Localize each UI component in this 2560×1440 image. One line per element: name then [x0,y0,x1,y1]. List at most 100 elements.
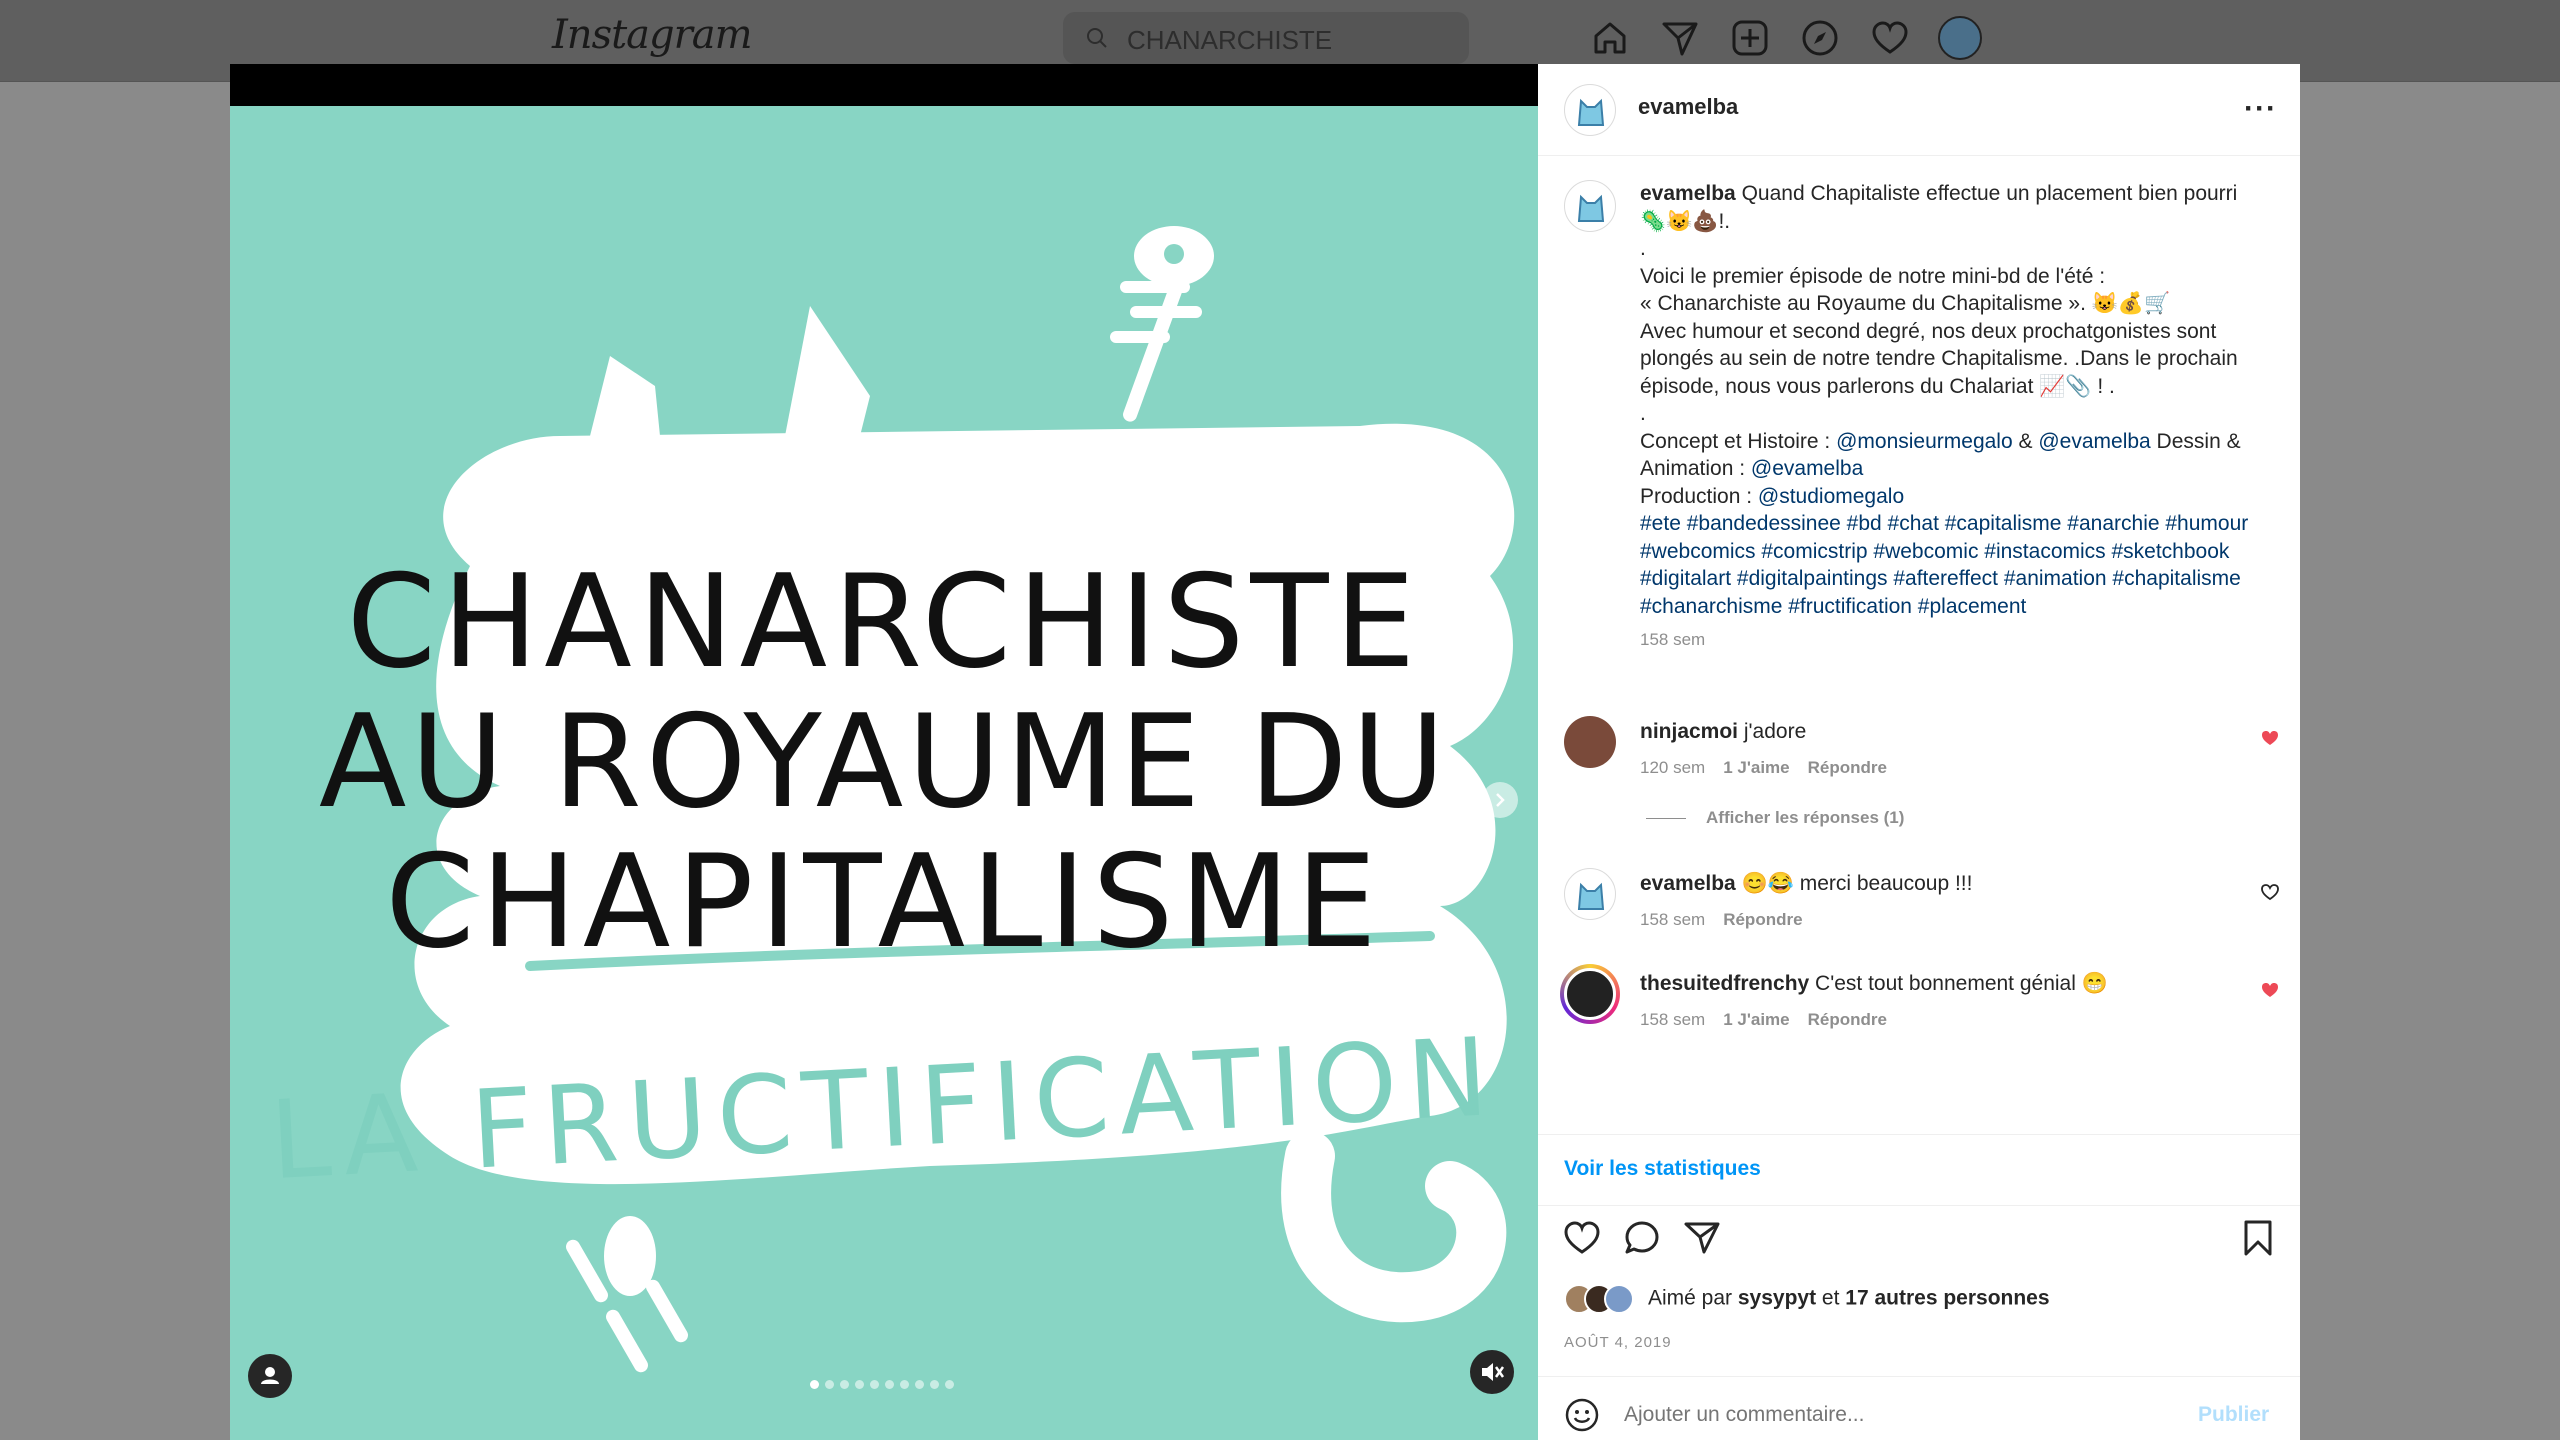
heart-outline-icon[interactable] [2260,882,2280,902]
new-post-icon[interactable] [1728,16,1772,60]
liked-by-user[interactable]: sysypyt [1738,1287,1816,1310]
cat-avatar-icon [1577,882,1605,910]
likes-summary: Aimé par sysypyt et 17 autres personnes [1564,1284,2050,1314]
post-media: CHANARCHISTE AU ROYAUME DU CHAPITALISME … [230,64,1538,1440]
comment-meta: 158 sem 1 J'aime Répondre [1640,1010,1887,1030]
post-date[interactable]: AOÛT 4, 2019 [1564,1334,1672,1351]
instagram-logo[interactable]: Instagram [552,12,753,58]
hashtags[interactable]: #ete #bandedessinee #bd #chat #capitalis… [1640,510,2260,620]
comment-time[interactable]: 158 sem [1640,1010,1705,1029]
comment-meta: 120 sem 1 J'aime Répondre [1640,758,1887,778]
caption-credits: Concept et Histoire : @monsieurmegalo & … [1640,428,2260,483]
comment-likes[interactable]: 1 J'aime [1723,1010,1789,1029]
add-comment-bar: Publier [1538,1376,2300,1440]
cat-illustration: CHANARCHISTE AU ROYAUME DU CHAPITALISME … [267,226,1515,1373]
bookmark-icon[interactable] [2238,1218,2278,1258]
title-line-2: AU ROYAUME DU [319,688,1449,837]
mute-button[interactable] [1470,1350,1514,1394]
show-replies-button[interactable]: Afficher les réponses (1) [1646,808,1904,828]
comment-username[interactable]: evamelba [1640,872,1736,895]
production-label: Production : [1640,484,1758,508]
carousel-dot [870,1380,879,1389]
comment-text: ninjacmoi j'adore [1640,720,2200,744]
view-stats-link[interactable]: Voir les statistiques [1564,1157,1761,1181]
credits-label: Concept et Histoire : [1640,429,1837,453]
reply-button[interactable]: Répondre [1723,910,1802,929]
caption-line-2: Voici le premier épisode de notre mini-b… [1640,264,2106,288]
author-username[interactable]: evamelba [1638,94,1738,120]
caption-avatar[interactable] [1564,180,1616,232]
carousel-dot [930,1380,939,1389]
direct-icon[interactable] [1658,16,1702,60]
title-line-1: CHANARCHISTE [347,548,1422,697]
comment-time[interactable]: 120 sem [1640,758,1705,777]
comment-body: C'est tout bonnement génial 😁 [1815,972,2108,995]
show-replies-label: Afficher les réponses (1) [1706,808,1905,827]
share-icon[interactable] [1682,1218,1722,1258]
user-icon [261,1367,279,1384]
comment-body: j'adore [1743,720,1807,743]
carousel-dot [885,1380,894,1389]
comment-meta: 158 sem Répondre [1640,910,1803,930]
carousel-dot [825,1380,834,1389]
post-caption: evamelba Quand Chapitaliste effectue un … [1640,180,2260,654]
cat-avatar-icon [1577,98,1605,126]
carousel-indicator [810,1380,954,1389]
liker-avatars[interactable] [1564,1284,1640,1314]
carousel-dot [840,1380,849,1389]
profile-avatar[interactable] [1938,16,1982,60]
like-icon[interactable] [1562,1218,1602,1258]
comment-likes[interactable]: 1 J'aime [1723,758,1789,777]
title-line-3: CHAPITALISME [385,828,1383,977]
search-icon [1087,28,1107,48]
carousel-dot [915,1380,924,1389]
commenter-avatar[interactable] [1564,868,1616,920]
caption-production: Production : @studiomegalo [1640,483,2260,511]
mention-link[interactable]: @monsieurmegalo [1836,430,2013,453]
more-options-icon[interactable]: ··· [2244,92,2277,126]
mention-link[interactable]: @evamelba [2038,430,2150,453]
search-box[interactable]: CHANARCHISTE [1063,12,1469,64]
liked-by-and: et [1816,1286,1846,1310]
comment-time[interactable]: 158 sem [1640,910,1705,929]
stats-bar: Voir les statistiques [1538,1134,2300,1206]
reply-button[interactable]: Répondre [1808,758,1887,777]
caption-username[interactable]: evamelba [1640,182,1736,205]
comment-username[interactable]: ninjacmoi [1640,720,1738,743]
mention-link[interactable]: @evamelba [1751,457,1863,480]
caption-time[interactable]: 158 sem [1640,626,2260,654]
heart-filled-icon[interactable] [2260,728,2280,748]
reply-button[interactable]: Répondre [1808,1010,1887,1029]
search-input[interactable]: CHANARCHISTE [1127,25,1332,56]
carousel-dot [855,1380,864,1389]
caption-line-3: « Chanarchiste au Royaume du Chapitalism… [1640,292,2171,315]
emoji-icon[interactable] [1564,1397,1600,1433]
credits-amp: & [2012,429,2039,453]
comment-icon[interactable] [1622,1218,1662,1258]
mention-link[interactable]: @studiomegalo [1758,485,1904,508]
muted-icon [1482,1363,1505,1381]
next-slide-button[interactable] [1482,782,1518,818]
caption-dot-2: . [1640,402,1646,425]
tagged-users-button[interactable] [248,1354,292,1398]
post-details: evamelba ··· evamelba Quand Chapitaliste… [1538,64,2300,1440]
commenter-avatar-story[interactable] [1560,964,1620,1024]
comment-text: thesuitedfrenchy C'est tout bonnement gé… [1640,972,2200,996]
activity-icon[interactable] [1868,16,1912,60]
publish-button[interactable]: Publier [2198,1403,2269,1427]
carousel-dot [810,1380,819,1389]
liked-by-others[interactable]: 17 autres personnes [1845,1287,2049,1310]
cat-avatar-icon [1577,194,1605,222]
commenter-avatar[interactable] [1564,716,1616,768]
home-icon[interactable] [1588,16,1632,60]
explore-icon[interactable] [1798,16,1842,60]
comment-input[interactable] [1624,1403,2124,1427]
comment-username[interactable]: thesuitedfrenchy [1640,972,1809,995]
author-avatar[interactable] [1564,84,1616,136]
comment-body: 😊😂 merci beaucoup !!! [1741,872,1973,895]
carousel-dot [900,1380,909,1389]
nav-icons [1588,16,1982,60]
post-header: evamelba ··· [1538,64,2300,156]
heart-filled-icon[interactable] [2260,980,2280,1000]
fishbone-icon [1110,226,1214,422]
